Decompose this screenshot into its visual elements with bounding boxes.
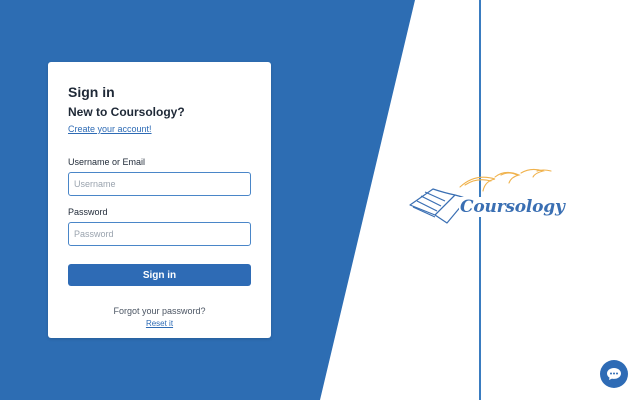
signin-card: Sign in New to Coursology? Create your a… bbox=[48, 62, 271, 338]
signin-title: Sign in bbox=[68, 84, 115, 100]
signin-button[interactable]: Sign in bbox=[68, 264, 251, 286]
coursology-wordmark: Coursology bbox=[459, 197, 566, 217]
chat-widget-button[interactable] bbox=[600, 360, 628, 388]
chat-bubble-icon bbox=[607, 368, 621, 380]
signup-prompt: New to Coursology? bbox=[68, 105, 185, 119]
password-input[interactable] bbox=[68, 222, 251, 246]
password-label: Password bbox=[68, 207, 108, 217]
flying-birds-icon bbox=[459, 168, 552, 192]
username-input[interactable] bbox=[68, 172, 251, 196]
reset-password-link[interactable]: Reset it bbox=[68, 318, 251, 329]
create-account-link[interactable]: Create your account! bbox=[68, 123, 152, 135]
forgot-password-text: Forgot your password? bbox=[113, 306, 206, 316]
username-label: Username or Email bbox=[68, 157, 146, 167]
